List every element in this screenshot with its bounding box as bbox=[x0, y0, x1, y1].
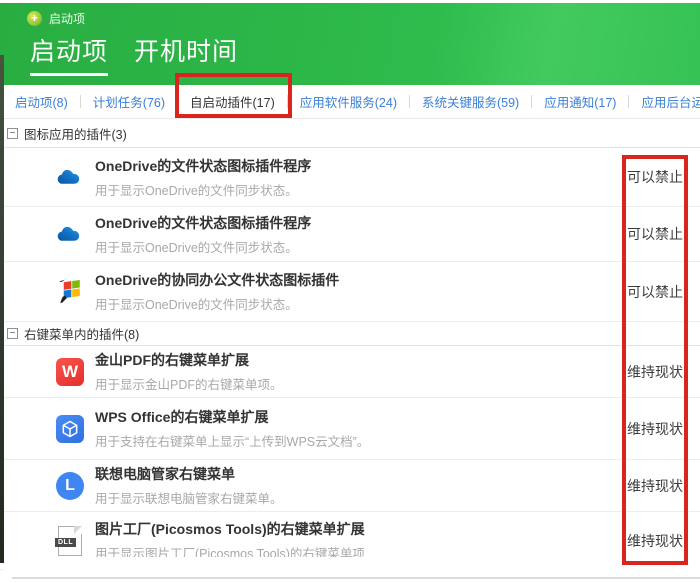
nav-item-app-notifications[interactable]: 应用通知(17) bbox=[532, 92, 628, 111]
windows-flag-icon bbox=[55, 278, 85, 305]
dll-file-icon: DLL bbox=[55, 526, 85, 556]
plugin-description: 用于支持在右键菜单上显示“上传到WPS云文档”。 bbox=[95, 431, 369, 450]
nav-item-autostart-plugins[interactable]: 自启动插件(17) bbox=[178, 92, 287, 111]
list-item[interactable]: OneDrive的文件状态图标插件程序 用于显示OneDrive的文件同步状态。… bbox=[0, 148, 700, 207]
nav-item-app-services[interactable]: 应用软件服务(24) bbox=[288, 92, 409, 111]
status-action[interactable]: 维持现状 bbox=[622, 362, 688, 382]
lenovo-pc-manager-icon: L bbox=[55, 472, 85, 500]
collapse-icon[interactable]: − bbox=[7, 128, 18, 139]
nav-item-scheduled-tasks[interactable]: 计划任务(76) bbox=[81, 92, 177, 111]
section-header-icon-plugins[interactable]: − 图标应用的插件(3) bbox=[0, 119, 700, 148]
nav-item-app-background[interactable]: 应用后台运行 bbox=[629, 92, 700, 111]
background-window-left-edge bbox=[0, 55, 4, 563]
tab-boot-time[interactable]: 开机时间 bbox=[134, 32, 238, 76]
background-window-top-edge bbox=[0, 0, 700, 3]
plugin-description: 用于显示金山PDF的右键菜单项。 bbox=[95, 374, 283, 393]
status-action[interactable]: 维持现状 bbox=[622, 531, 688, 551]
plugin-description: 用于显示OneDrive的文件同步状态。 bbox=[95, 180, 311, 199]
onedrive-cloud-icon bbox=[55, 168, 85, 186]
wps-office-icon bbox=[55, 415, 85, 443]
nav-item-system-services[interactable]: 系统关键服务(59) bbox=[410, 92, 531, 111]
plugin-title: 图片工厂(Picosmos Tools)的右键菜单扩展 bbox=[95, 519, 365, 539]
plugin-title: OneDrive的文件状态图标插件程序 bbox=[95, 156, 311, 176]
status-action[interactable]: 维持现状 bbox=[622, 476, 688, 496]
list-item[interactable]: W 金山PDF的右键菜单扩展 用于显示金山PDF的右键菜单项。 维持现状 bbox=[0, 346, 700, 398]
section-label: 右键菜单内的插件(8) bbox=[24, 324, 139, 343]
nav-item-startup[interactable]: 启动项(8) bbox=[15, 92, 80, 111]
app-logo-icon: + bbox=[27, 11, 42, 26]
status-action[interactable]: 可以禁止 bbox=[622, 224, 688, 244]
onedrive-cloud-icon bbox=[55, 225, 85, 243]
titlebar: + 启动项 bbox=[0, 3, 700, 27]
section-header-context-menu-plugins[interactable]: − 右键菜单内的插件(8) bbox=[0, 322, 700, 346]
status-action[interactable]: 维持现状 bbox=[622, 419, 688, 439]
window-bottom-edge bbox=[12, 577, 700, 579]
status-action[interactable]: 可以禁止 bbox=[622, 167, 688, 187]
plugin-description: 用于显示OneDrive的文件同步状态。 bbox=[95, 294, 339, 313]
status-action[interactable]: 可以禁止 bbox=[622, 282, 688, 302]
app-header: + 启动项 启动项 开机时间 bbox=[0, 3, 700, 85]
list-item[interactable]: WPS Office的右键菜单扩展 用于支持在右键菜单上显示“上传到WPS云文档… bbox=[0, 398, 700, 460]
plugin-title: OneDrive的文件状态图标插件程序 bbox=[95, 213, 311, 233]
plugin-description: 用于显示联想电脑管家右键菜单。 bbox=[95, 488, 283, 507]
tab-startup-items[interactable]: 启动项 bbox=[30, 32, 108, 76]
category-nav: 启动项(8) 计划任务(76) 自启动插件(17) 应用软件服务(24) 系统关… bbox=[0, 85, 700, 119]
plugin-title: OneDrive的协同办公文件状态图标插件 bbox=[95, 270, 339, 290]
screenshot-bottom-clip bbox=[4, 557, 700, 583]
window-title: 启动项 bbox=[49, 10, 85, 27]
collapse-icon[interactable]: − bbox=[7, 328, 18, 339]
plugin-title: WPS Office的右键菜单扩展 bbox=[95, 407, 369, 427]
list-item[interactable]: OneDrive的文件状态图标插件程序 用于显示OneDrive的文件同步状态。… bbox=[0, 207, 700, 262]
list-item[interactable]: L 联想电脑管家右键菜单 用于显示联想电脑管家右键菜单。 维持现状 bbox=[0, 460, 700, 512]
list-item[interactable]: OneDrive的协同办公文件状态图标插件 用于显示OneDrive的文件同步状… bbox=[0, 262, 700, 322]
primary-tabs: 启动项 开机时间 bbox=[30, 32, 700, 76]
section-label: 图标应用的插件(3) bbox=[24, 124, 127, 143]
plugin-description: 用于显示OneDrive的文件同步状态。 bbox=[95, 237, 311, 256]
plugin-title: 金山PDF的右键菜单扩展 bbox=[95, 350, 283, 370]
plugin-list: − 图标应用的插件(3) OneDrive的文件状态图标插件程序 用于显示One… bbox=[0, 119, 700, 570]
kingsoft-pdf-icon: W bbox=[55, 358, 85, 386]
plugin-title: 联想电脑管家右键菜单 bbox=[95, 464, 283, 484]
